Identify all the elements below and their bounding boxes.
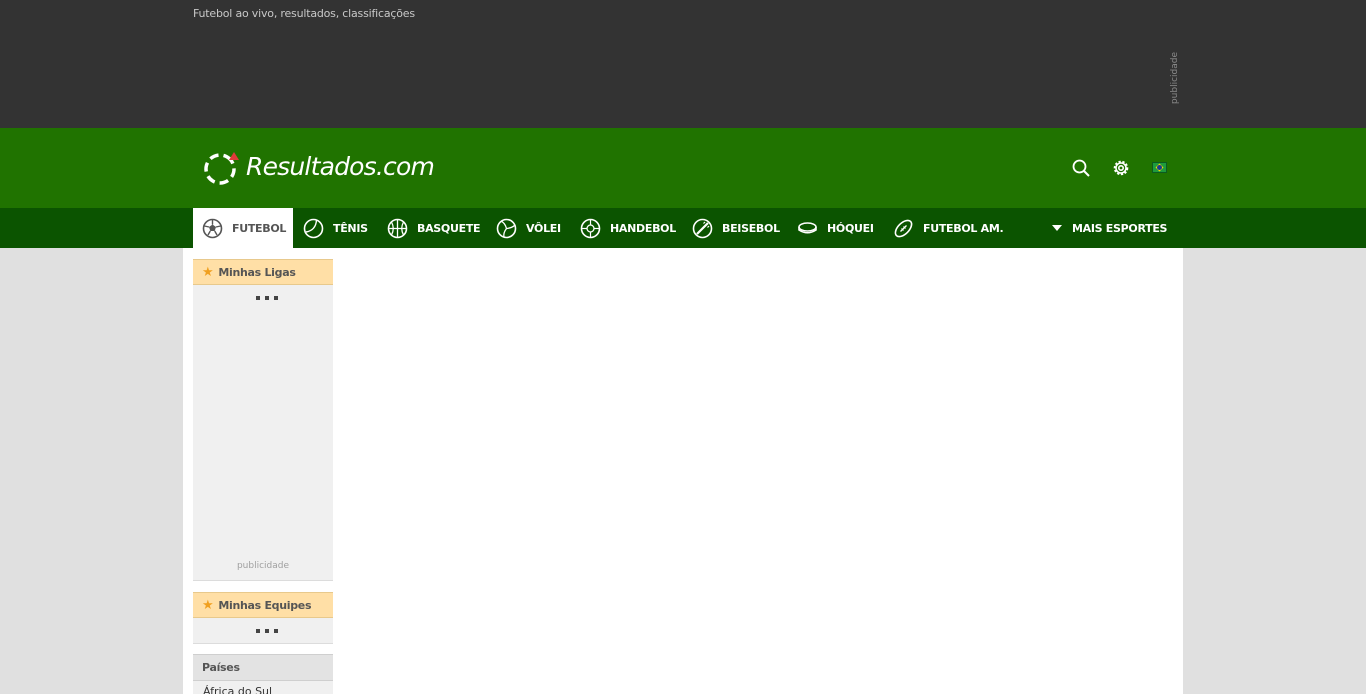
loading-dots [256, 296, 278, 300]
more-sports-dropdown[interactable]: MAIS ESPORTES [1051, 208, 1167, 248]
soccer-ball-icon [202, 218, 223, 238]
main-content [183, 248, 1183, 694]
my-leagues-title: Minhas Ligas [218, 265, 296, 279]
my-leagues-header[interactable]: ★ Minhas Ligas [193, 259, 333, 285]
hockey-puck-icon [798, 221, 817, 234]
sport-tab-volei[interactable]: VÔLEI [496, 208, 561, 248]
sport-tab-hoquei[interactable]: HÓQUEI [797, 208, 874, 248]
ad-label-sidebar: publicidade [236, 561, 290, 571]
more-sports-label: MAIS ESPORTES [1072, 221, 1168, 235]
sport-tab-label: BASQUETE [417, 221, 481, 235]
sport-tab-futebol[interactable]: FUTEBOL [193, 208, 293, 248]
my-leagues-panel [193, 285, 333, 581]
ad-label-vertical: publicidade [1170, 52, 1180, 105]
loading-dots [256, 629, 278, 633]
countries-title: Países [202, 661, 240, 674]
caret-down-icon [1052, 225, 1062, 231]
sport-tab-label: BEISEBOL [722, 221, 780, 235]
sport-tab-label: VÔLEI [526, 221, 561, 235]
sport-tab-label: HÓQUEI [827, 221, 874, 235]
sport-tab-label: TÊNIS [333, 221, 368, 235]
sport-tab-tenis[interactable]: TÊNIS [303, 208, 368, 248]
basketball-icon [387, 218, 408, 238]
sport-tab-label: FUTEBOL AM. [923, 221, 1004, 235]
brazil-flag-icon[interactable] [1152, 162, 1167, 173]
sport-tab-basquete[interactable]: BASQUETE [387, 208, 481, 248]
logo-text: Resultados.com [246, 152, 435, 181]
baseball-icon [692, 218, 713, 238]
tennis-ball-icon [303, 218, 324, 238]
handball-icon [580, 218, 601, 238]
logo-mark-icon [204, 152, 239, 185]
my-teams-panel [193, 618, 333, 644]
site-logo[interactable]: Resultados.com [202, 149, 435, 185]
search-icon[interactable] [1071, 158, 1091, 178]
gear-icon[interactable] [1111, 158, 1131, 178]
volleyball-icon [496, 218, 517, 238]
site-tagline: Futebol ao vivo, resultados, classificaç… [193, 7, 415, 20]
countries-header: Países [193, 654, 333, 681]
star-icon: ★ [202, 597, 214, 613]
sport-tab-handebol[interactable]: HANDEBOL [580, 208, 676, 248]
american-football-icon [894, 219, 913, 237]
sport-tab-beisebol[interactable]: BEISEBOL [692, 208, 780, 248]
sport-tab-label: FUTEBOL [232, 221, 287, 235]
my-teams-header[interactable]: ★ Minhas Equipes [193, 592, 333, 618]
my-teams-title: Minhas Equipes [218, 598, 312, 612]
star-icon: ★ [202, 264, 214, 280]
sport-tab-futebol-americano[interactable]: FUTEBOL AM. [893, 208, 1004, 248]
country-item[interactable]: África do Sul [193, 681, 333, 694]
sport-tab-label: HANDEBOL [610, 221, 676, 235]
